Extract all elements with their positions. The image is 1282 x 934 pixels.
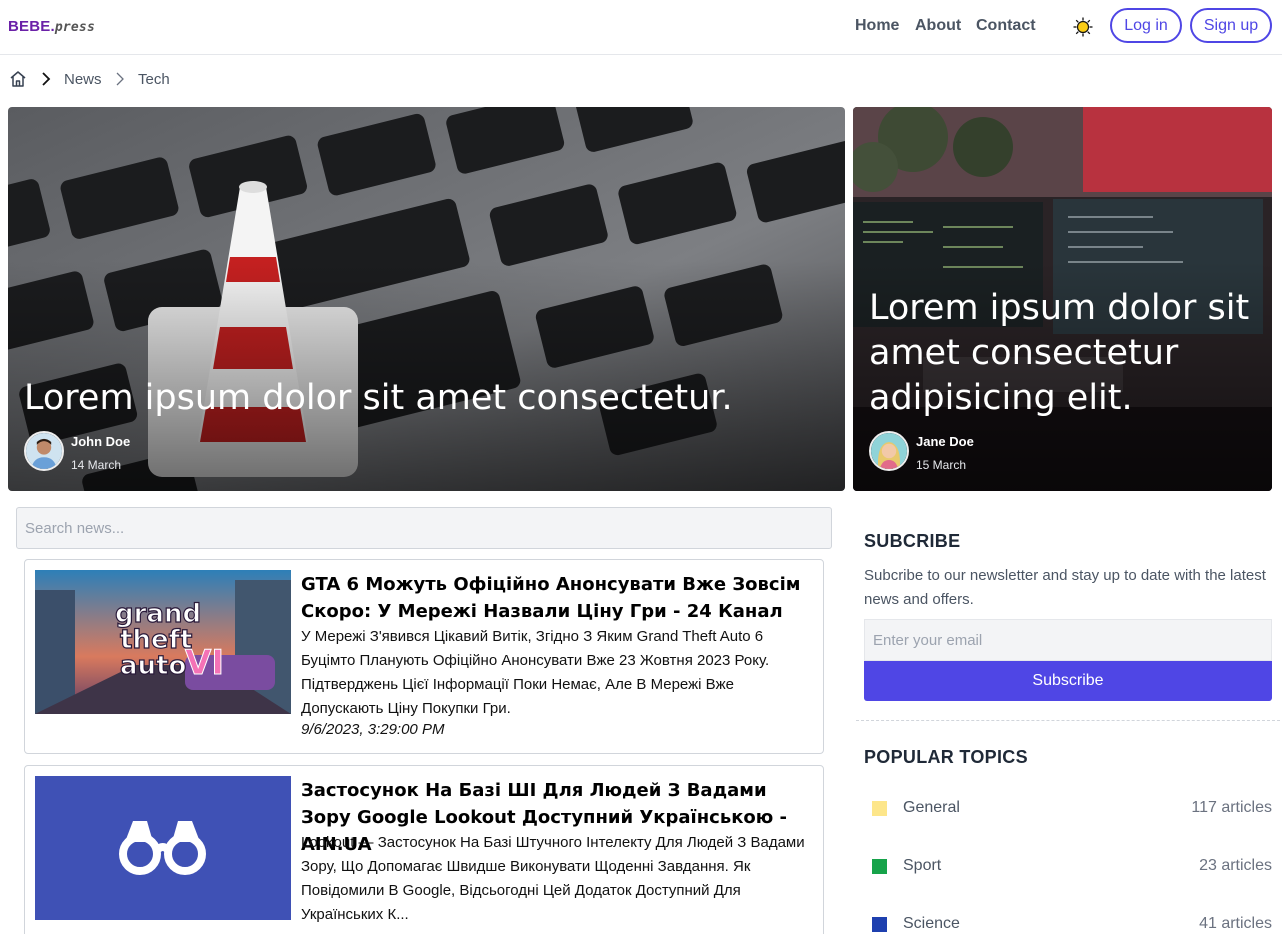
popular-topics-heading: POPULAR TOPICS: [864, 747, 1028, 767]
news-card[interactable]: grand theft auto VI GTA 6 Можуть Офіційн…: [24, 559, 824, 754]
gta-logo-text: auto: [120, 651, 186, 681]
news-description: Lookout — Застосунок На Базі Штучного Ін…: [301, 834, 805, 923]
breadcrumb-tech: Tech: [138, 71, 170, 88]
topic-color-swatch: [872, 801, 887, 816]
topic-item-sport[interactable]: Sport 23 articles: [864, 851, 1272, 881]
news-date: 9/6/2023, 3:29:00 PM: [301, 721, 445, 738]
news-title[interactable]: GTA 6 Можуть Офіційно Анонсувати Вже Зов…: [301, 571, 821, 625]
subscribe-heading: SUBCRIBE: [864, 531, 961, 551]
topic-name: General: [903, 799, 960, 816]
logo-main: BEBE.: [8, 18, 55, 35]
email-field[interactable]: [864, 619, 1272, 661]
news-description: У Мережі З'явився Цікавий Витік, Згідно …: [301, 628, 770, 717]
home-icon[interactable]: [9, 70, 27, 88]
hero-title[interactable]: Lorem ipsum dolor sit amet consectetur.: [24, 376, 824, 421]
subscribe-button[interactable]: Subscribe: [864, 661, 1272, 701]
sun-icon[interactable]: [1073, 17, 1093, 37]
news-thumbnail[interactable]: grand theft auto VI: [35, 570, 291, 714]
topic-item-science[interactable]: Science 41 articles: [864, 909, 1272, 934]
topic-count: 117 articles: [1191, 799, 1272, 816]
search-input[interactable]: [16, 507, 832, 549]
topic-color-swatch: [872, 859, 887, 874]
subscribe-description: Subcribe to our newsletter and stay up t…: [864, 567, 1266, 608]
signup-button[interactable]: Sign up: [1190, 8, 1272, 43]
nav-contact[interactable]: Contact: [976, 17, 1036, 35]
topic-count: 41 articles: [1199, 915, 1272, 932]
featured-article-main[interactable]: Lorem ipsum dolor sit amet consectetur. …: [8, 107, 845, 491]
binoculars-icon: [119, 821, 206, 875]
topic-name: Sport: [903, 857, 942, 874]
avatar: [869, 431, 909, 471]
article-date: 15 March: [916, 458, 967, 472]
featured-article-secondary[interactable]: Lorem ipsum dolor sit amet consectetur a…: [853, 107, 1272, 491]
topic-item-general[interactable]: General 117 articles: [864, 793, 1272, 823]
nav-about[interactable]: About: [915, 17, 961, 35]
topic-color-swatch: [872, 917, 887, 932]
topic-name: Science: [903, 915, 960, 932]
logo-suffix: press: [54, 20, 95, 35]
breadcrumb-news[interactable]: News: [64, 71, 102, 88]
author-name: Jane Doe: [916, 434, 974, 449]
author-name: John Doe: [71, 434, 131, 449]
site-logo[interactable]: BEBE.press: [8, 18, 95, 35]
news-card[interactable]: Застосунок На Базі ШІ Для Людей З Вадами…: [24, 765, 824, 934]
gta-logo-text: VI: [185, 643, 224, 683]
article-date: 14 March: [71, 458, 122, 472]
topic-count: 23 articles: [1199, 857, 1272, 874]
avatar: [24, 431, 64, 471]
login-button[interactable]: Log in: [1110, 8, 1182, 43]
divider: [856, 720, 1280, 721]
chevron-right-icon: [116, 72, 124, 86]
hero-title[interactable]: Lorem ipsum dolor sit amet consectetur a…: [869, 286, 1264, 421]
chevron-right-icon: [42, 72, 51, 86]
nav-home[interactable]: Home: [855, 17, 899, 35]
site-header: BEBE.press Home About Contact Log in Sig…: [0, 0, 1282, 55]
news-thumbnail[interactable]: [35, 776, 291, 920]
